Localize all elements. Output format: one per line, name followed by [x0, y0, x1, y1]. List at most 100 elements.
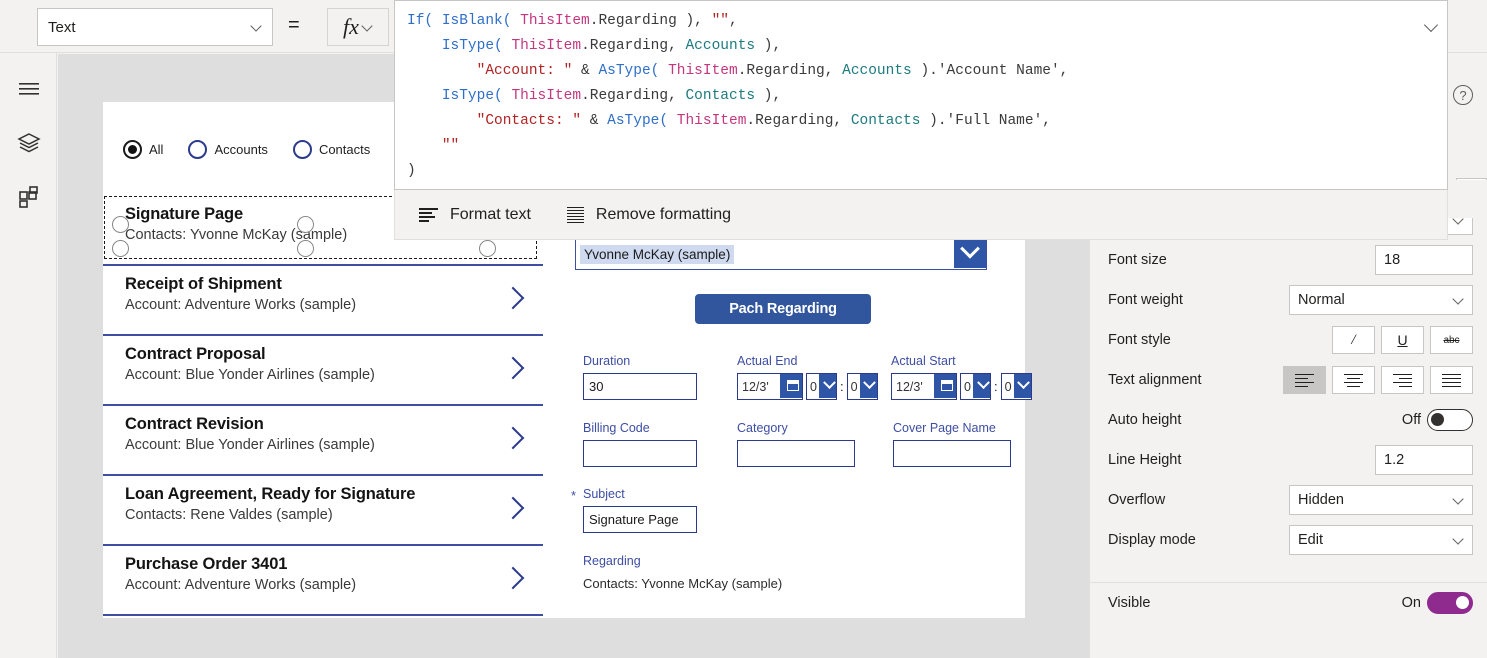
font-weight-dropdown[interactable]: Normal	[1289, 285, 1473, 315]
gallery-item[interactable]: Loan Agreement, Ready for Signature Cont…	[103, 476, 543, 546]
radio-option-contacts[interactable]: Contacts	[292, 139, 371, 159]
underline-button[interactable]: U	[1381, 326, 1424, 354]
actual-start-label: Actual Start	[891, 354, 956, 368]
category-field: Category	[737, 421, 855, 467]
calendar-icon[interactable]	[780, 374, 802, 398]
patch-regarding-button[interactable]: Pach Regarding	[695, 294, 871, 324]
formula-token: ),	[755, 88, 782, 104]
formula-token: Contacts	[850, 113, 921, 129]
display-mode-dropdown[interactable]: Edit	[1289, 525, 1473, 555]
radio-label: Contacts	[318, 141, 371, 157]
cover-page-name-input[interactable]	[893, 440, 1011, 467]
actual-start-hour-select[interactable]: 0	[960, 373, 991, 400]
prop-row-font-style: Font style / U abc	[1090, 320, 1487, 360]
chevron-down-icon[interactable]	[954, 239, 986, 268]
formula-editor[interactable]: If( IsBlank( ThisItem.Regarding ), "", I…	[394, 0, 1448, 190]
chevron-right-icon[interactable]	[503, 285, 523, 311]
formula-token: ),	[755, 38, 782, 54]
actual-end-minute-select[interactable]: 0	[846, 373, 878, 400]
question-circle-icon[interactable]: ?	[1453, 85, 1473, 105]
actual-start-field: Actual Start 12/3' 0 : 0	[891, 354, 1032, 400]
layers-icon[interactable]	[0, 119, 57, 167]
actual-end-date-input[interactable]: 12/3'	[737, 373, 803, 400]
chevron-down-icon[interactable]	[859, 374, 877, 398]
billing-code-input[interactable]	[583, 440, 697, 467]
formula-token: ).'Account Name',	[911, 63, 1069, 79]
chevron-down-icon[interactable]	[1013, 374, 1031, 398]
formula-token	[407, 63, 477, 79]
italic-button[interactable]: /	[1332, 326, 1375, 354]
duration-input[interactable]: 30	[583, 373, 697, 400]
align-left-button[interactable]	[1283, 366, 1326, 394]
prop-label-overflow: Overflow	[1108, 492, 1166, 508]
gallery-item-title: Purchase Order 3401	[125, 555, 288, 573]
remove-formatting-button[interactable]: Remove formatting	[566, 206, 731, 224]
prop-label-auto-height: Auto height	[1108, 412, 1182, 428]
chevron-right-icon[interactable]	[503, 355, 523, 381]
actual-start-date-input[interactable]: 12/3'	[891, 373, 957, 400]
actual-start-minute-select[interactable]: 0	[1000, 373, 1032, 400]
formula-line: "Contacts: " & AsType( ThisItem.Regardin…	[407, 109, 1435, 134]
chevron-down-icon	[252, 22, 262, 32]
auto-height-state: Off	[1401, 412, 1421, 428]
chevron-right-icon[interactable]	[503, 495, 523, 521]
align-center-icon	[1344, 373, 1363, 388]
subject-input[interactable]: Signature Page	[583, 506, 697, 533]
formula-token: .Regarding,	[746, 113, 851, 129]
prop-label-font-style: Font style	[1108, 332, 1171, 348]
align-center-button[interactable]	[1332, 366, 1375, 394]
remove-formatting-icon	[566, 206, 584, 224]
gallery-item[interactable]: Receipt of Shipment Account: Adventure W…	[103, 266, 543, 336]
chevron-right-icon[interactable]	[503, 425, 523, 451]
radio-option-all[interactable]: All	[123, 139, 163, 159]
prop-row-font-size: Font size 18	[1090, 240, 1487, 280]
formula-format-bar: Format text Remove formatting	[394, 190, 1448, 240]
gallery-item[interactable]: Purchase Order 3401 Account: Adventure W…	[103, 546, 543, 616]
required-marker: *	[571, 488, 577, 503]
property-selector-dropdown[interactable]: Text	[37, 8, 273, 46]
category-input[interactable]	[737, 440, 855, 467]
visible-toggle[interactable]	[1427, 592, 1473, 614]
format-text-button[interactable]: Format text	[419, 206, 531, 224]
actual-start-date-value: 12/3'	[896, 379, 923, 394]
hamburger-menu-icon[interactable]	[0, 65, 57, 113]
radio-option-accounts[interactable]: Accounts	[188, 139, 268, 159]
billing-code-field: Billing Code	[583, 421, 697, 467]
subject-label: Subject	[583, 487, 625, 501]
actual-end-label: Actual End	[737, 354, 798, 368]
chevron-down-icon	[363, 22, 373, 32]
formula-token: )	[407, 163, 416, 179]
chevron-down-icon[interactable]	[819, 374, 836, 398]
font-size-input[interactable]: 18	[1375, 245, 1473, 275]
prop-label-text-alignment: Text alignment	[1108, 372, 1202, 388]
regarding-label: Regarding	[583, 554, 641, 568]
components-icon[interactable]	[0, 173, 57, 221]
actual-end-hour-select[interactable]: 0	[806, 373, 837, 400]
formula-token: IsBlank(	[441, 13, 512, 29]
align-right-button[interactable]	[1381, 366, 1424, 394]
chevron-down-icon[interactable]	[973, 374, 990, 398]
auto-height-toggle[interactable]	[1427, 409, 1473, 431]
formula-token: .Regarding,	[737, 63, 843, 79]
gallery-item[interactable]: Contract Proposal Account: Blue Yonder A…	[103, 336, 543, 406]
formula-token: ThisItem	[511, 38, 582, 54]
chevron-right-icon[interactable]	[503, 565, 523, 591]
calendar-icon[interactable]	[934, 374, 956, 398]
overflow-dropdown[interactable]: Hidden	[1289, 485, 1473, 515]
regarding-combobox[interactable]: Yvonne McKay (sample)	[575, 238, 987, 270]
actual-end-field: Actual End 12/3' 0 : 0	[737, 354, 878, 400]
chevron-down-icon[interactable]	[1424, 18, 1440, 34]
line-height-input[interactable]: 1.2	[1375, 445, 1473, 475]
strikethrough-button[interactable]: abc	[1430, 326, 1473, 354]
prop-row-font-weight: Font weight Normal	[1090, 280, 1487, 320]
time-separator: :	[994, 379, 998, 394]
formula-token: Accounts	[842, 63, 912, 79]
fx-button[interactable]: fx	[327, 8, 389, 46]
chevron-down-icon	[1454, 535, 1464, 545]
align-justify-button[interactable]	[1430, 366, 1473, 394]
formula-token: ).'Full Name',	[920, 113, 1051, 129]
align-left-icon	[1295, 373, 1314, 388]
formula-token: ThisItem	[676, 113, 747, 129]
gallery-item[interactable]: Contract Revision Account: Blue Yonder A…	[103, 406, 543, 476]
subject-field: * Subject Signature Page	[571, 487, 697, 533]
